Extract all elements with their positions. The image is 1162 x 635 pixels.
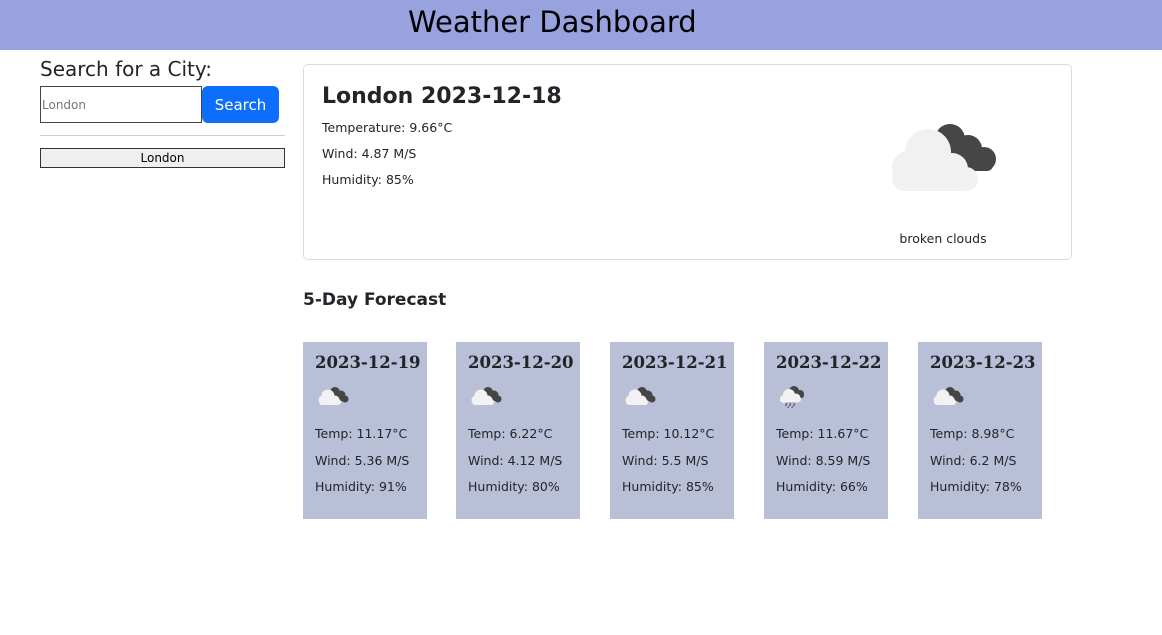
- forecast-temp: Temp: 8.98°C: [930, 426, 1015, 441]
- app-header: Weather Dashboard: [0, 0, 1162, 50]
- search-heading: Search for a City:: [40, 57, 213, 81]
- forecast-humidity: Humidity: 80%: [468, 479, 560, 494]
- search-button[interactable]: Search: [202, 86, 279, 123]
- broken-clouds-icon: [471, 387, 502, 405]
- forecast-date: 2023-12-23: [930, 353, 1036, 372]
- current-temperature: Temperature: 9.66°C: [322, 120, 453, 135]
- forecast-date: 2023-12-20: [468, 353, 574, 372]
- forecast-humidity: Humidity: 66%: [776, 479, 868, 494]
- broken-clouds-icon: [933, 387, 964, 405]
- broken-clouds-icon: [318, 387, 349, 405]
- broken-clouds-icon: [625, 387, 656, 405]
- forecast-wind: Wind: 5.36 M/S: [315, 453, 410, 468]
- forecast-date: 2023-12-22: [776, 353, 882, 372]
- city-search-input[interactable]: [40, 86, 202, 123]
- current-wind: Wind: 4.87 M/S: [322, 146, 417, 161]
- forecast-wind: Wind: 6.2 M/S: [930, 453, 1017, 468]
- forecast-date: 2023-12-19: [315, 353, 421, 372]
- forecast-temp: Temp: 10.12°C: [622, 426, 715, 441]
- forecast-temp: Temp: 6.22°C: [468, 426, 553, 441]
- page-title: Weather Dashboard: [408, 5, 697, 39]
- forecast-wind: Wind: 5.5 M/S: [622, 453, 709, 468]
- sidebar-divider: [40, 135, 285, 136]
- weather-description: broken clouds: [899, 231, 987, 246]
- forecast-card: 2023-12-20 Temp: 6.22°C Wind: 4.12 M/S H…: [456, 342, 580, 519]
- rain-cloud-icon: [780, 386, 804, 408]
- forecast-humidity: Humidity: 91%: [315, 479, 407, 494]
- forecast-wind: Wind: 8.59 M/S: [776, 453, 871, 468]
- current-humidity: Humidity: 85%: [322, 172, 414, 187]
- broken-clouds-icon: [892, 124, 996, 191]
- forecast-date: 2023-12-21: [622, 353, 728, 372]
- forecast-temp: Temp: 11.67°C: [776, 426, 869, 441]
- forecast-temp: Temp: 11.17°C: [315, 426, 408, 441]
- forecast-card: 2023-12-23 Temp: 8.98°C Wind: 6.2 M/S Hu…: [918, 342, 1042, 519]
- forecast-card: 2023-12-19 Temp: 11.17°C Wind: 5.36 M/S …: [303, 342, 427, 519]
- current-weather-card: London 2023-12-18 Temperature: 9.66°C Wi…: [303, 64, 1072, 260]
- history-city-button[interactable]: London: [40, 148, 285, 168]
- current-city-date: London 2023-12-18: [322, 84, 562, 109]
- forecast-card: 2023-12-21 Temp: 10.12°C Wind: 5.5 M/S H…: [610, 342, 734, 519]
- forecast-humidity: Humidity: 85%: [622, 479, 714, 494]
- forecast-heading: 5-Day Forecast: [303, 290, 447, 310]
- forecast-humidity: Humidity: 78%: [930, 479, 1022, 494]
- forecast-card: 2023-12-22 Temp: 11.67°C Wind: 8.59 M/S …: [764, 342, 888, 519]
- forecast-wind: Wind: 4.12 M/S: [468, 453, 563, 468]
